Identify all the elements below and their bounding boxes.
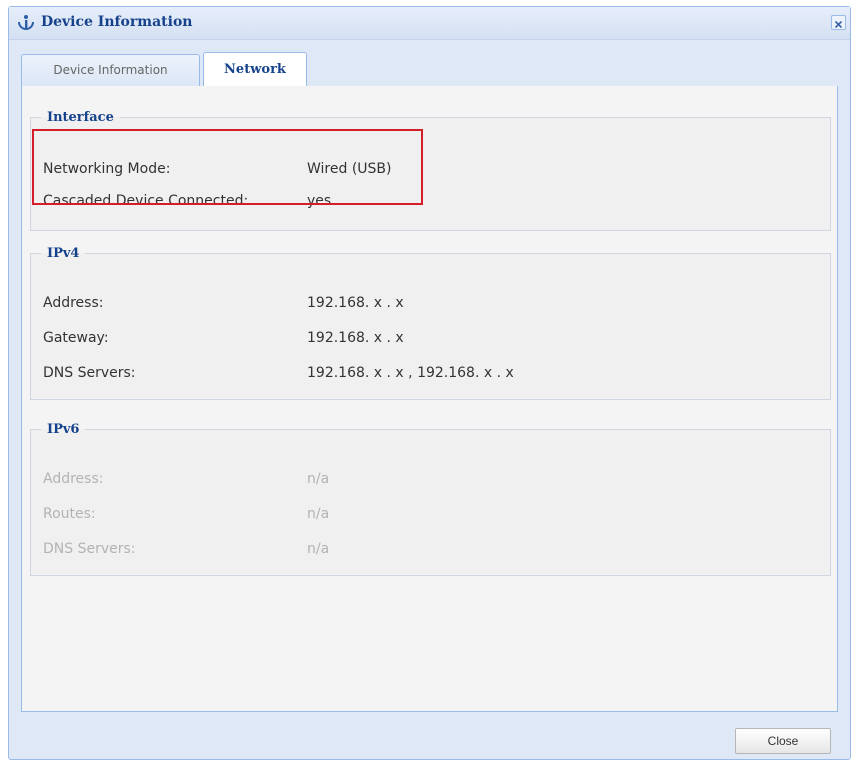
ipv4-address-label: Address: bbox=[43, 295, 104, 311]
interface-highlight-box bbox=[32, 129, 423, 205]
ipv6-address-label: Address: bbox=[43, 471, 104, 487]
ipv4-gateway-value: 192.168. x . x bbox=[307, 330, 404, 346]
ipv4-group: IPv4 Address: 192.168. x . x Gateway: 19… bbox=[30, 246, 831, 400]
ipv6-dns-label: DNS Servers: bbox=[43, 541, 136, 557]
ipv4-dns-label: DNS Servers: bbox=[43, 365, 136, 381]
close-icon[interactable] bbox=[831, 15, 846, 30]
info-icon bbox=[16, 13, 36, 33]
ipv6-group: IPv6 Address: n/a Routes: n/a DNS Server… bbox=[30, 422, 831, 576]
ipv4-legend: IPv4 bbox=[47, 246, 80, 261]
ipv6-routes-value: n/a bbox=[307, 506, 330, 522]
ipv4-address-value: 192.168. x . x bbox=[307, 295, 404, 311]
close-button[interactable]: Close bbox=[735, 728, 831, 754]
ipv6-dns-value: n/a bbox=[307, 541, 330, 557]
ipv6-address-value: n/a bbox=[307, 471, 330, 487]
ipv6-legend: IPv6 bbox=[47, 422, 80, 437]
ipv6-routes-label: Routes: bbox=[43, 506, 96, 522]
dialog-footer: Close bbox=[9, 712, 850, 759]
ipv4-dns-value: 192.168. x . x , 192.168. x . x bbox=[307, 365, 514, 381]
tab-bar: Device Information Network bbox=[21, 50, 838, 87]
device-information-dialog: Device Information Device Information Ne… bbox=[8, 6, 851, 760]
tab-network[interactable]: Network bbox=[203, 52, 307, 87]
dialog-titlebar[interactable]: Device Information bbox=[9, 7, 850, 40]
interface-legend: Interface bbox=[47, 110, 114, 125]
tab-device-information[interactable]: Device Information bbox=[21, 54, 200, 86]
ipv4-gateway-label: Gateway: bbox=[43, 330, 109, 346]
dialog-title: Device Information bbox=[41, 14, 193, 30]
